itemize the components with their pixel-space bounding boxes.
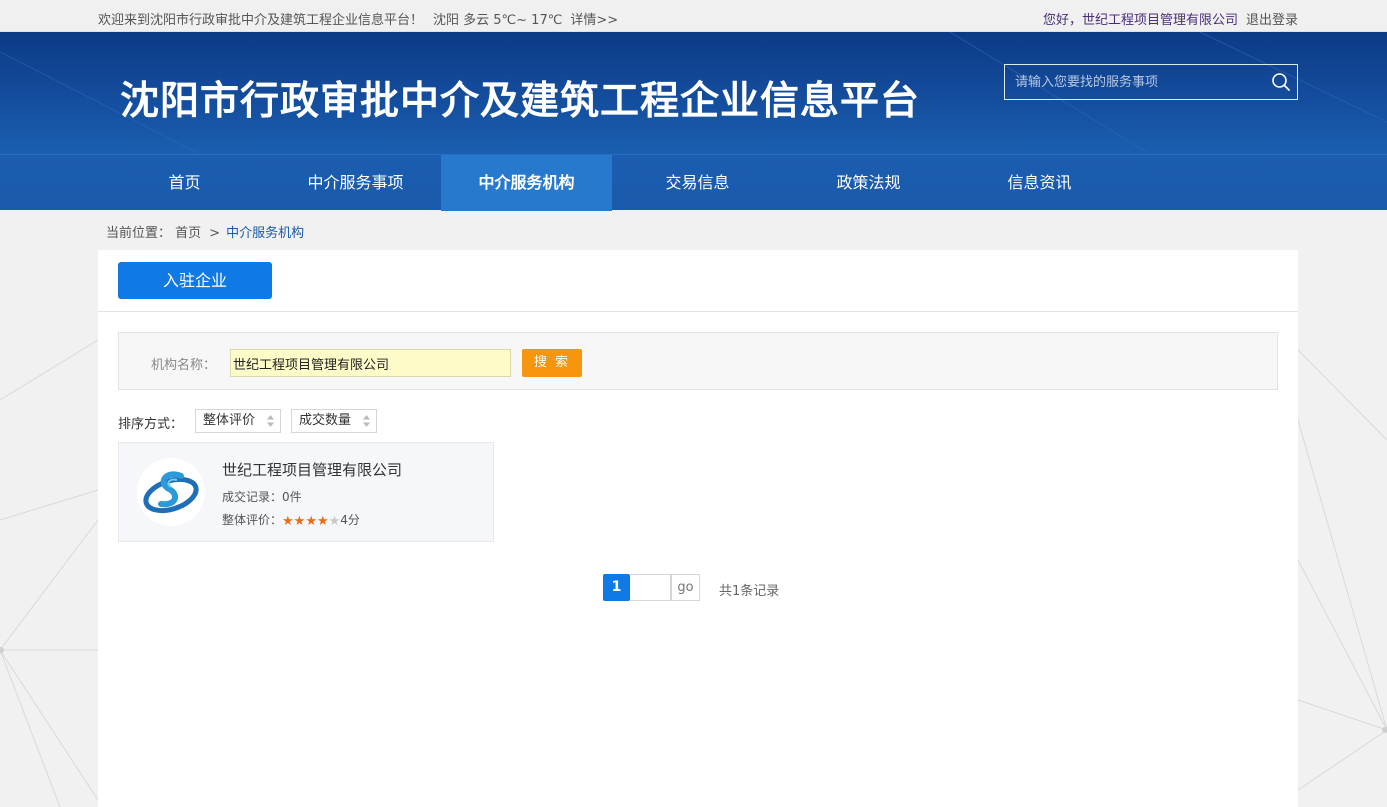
star-filled-icon: ★	[282, 514, 294, 529]
service-search-input[interactable]	[1005, 65, 1263, 99]
nav-item-agency-services[interactable]: 中介服务事项	[270, 155, 441, 211]
rating-score: 4分	[340, 513, 360, 527]
company-logo-icon	[137, 458, 205, 526]
sort-label: 排序方式：	[118, 417, 184, 432]
rating-label: 整体评价：	[222, 513, 283, 527]
search-filter-box: 机构名称： 搜 索	[118, 332, 1278, 390]
star-empty-icon: ★	[328, 514, 341, 529]
nav-item-agency-institutions[interactable]: 中介服务机构	[441, 155, 612, 211]
logout-link[interactable]: 退出登录	[1246, 13, 1298, 28]
panel-tab-bar: 入驻企业	[98, 250, 1298, 312]
breadcrumb-prefix: 当前位置：	[106, 226, 172, 241]
user-company-link[interactable]: 世纪工程项目管理有限公司	[1082, 13, 1238, 28]
service-search-box	[1004, 64, 1298, 100]
welcome-text: 欢迎来到沈阳市行政审批中介及建筑工程企业信息平台！	[98, 13, 424, 28]
institution-name[interactable]: 世纪工程项目管理有限公司	[222, 459, 402, 480]
main-panel: 入驻企业 机构名称： 搜 索 排序方式： 整体评价 成交数量 世纪工程项目管理有…	[98, 250, 1298, 807]
page-jump-input[interactable]	[630, 574, 671, 601]
breadcrumb-home-link[interactable]: 首页	[175, 226, 201, 241]
star-filled-icon: ★	[316, 514, 329, 529]
nav-item-transactions[interactable]: 交易信息	[612, 155, 783, 211]
search-icon[interactable]	[1271, 72, 1291, 92]
breadcrumb-current: 中介服务机构	[226, 226, 305, 241]
top-utility-bar: 欢迎来到沈阳市行政审批中介及建筑工程企业信息平台！ 沈阳 多云 5℃~ 17℃ 详情…	[0, 0, 1387, 32]
institution-card[interactable]: 世纪工程项目管理有限公司 成交记录：0件 整体评价：★★★★★4分	[118, 442, 494, 542]
main-navigation: 首页 中介服务事项 中介服务机构 交易信息 政策法规 信息资讯	[0, 154, 1387, 211]
sort-option-label: 成交数量	[299, 413, 352, 428]
nav-item-home[interactable]: 首页	[99, 155, 270, 211]
weather-details-link[interactable]: 详情>>	[570, 13, 618, 28]
user-area: 您好，世纪工程项目管理有限公司 退出登录	[1043, 9, 1298, 28]
breadcrumb-separator: >	[209, 226, 221, 241]
greeting-text: 您好，	[1042, 13, 1082, 28]
welcome-area: 欢迎来到沈阳市行政审批中介及建筑工程企业信息平台！ 沈阳 多云 5℃~ 17℃ 详情…	[98, 9, 628, 28]
deal-record-value: 0件	[282, 490, 302, 504]
sort-arrows-icon	[267, 415, 274, 427]
nav-item-news[interactable]: 信息资讯	[954, 155, 1125, 211]
weather-text: 沈阳 多云 5℃~ 17℃	[433, 13, 563, 28]
deal-record-label: 成交记录：	[222, 490, 283, 504]
overall-rating: 整体评价：★★★★★4分	[222, 511, 360, 528]
site-title: 沈阳市行政审批中介及建筑工程企业信息平台	[120, 79, 921, 124]
rating-stars: ★★★★★	[282, 514, 340, 528]
sort-by-rating-button[interactable]: 整体评价	[195, 409, 281, 433]
header-banner: 沈阳市行政审批中介及建筑工程企业信息平台	[0, 32, 1387, 154]
breadcrumb: 当前位置： 首页 > 中介服务机构	[106, 222, 304, 241]
deal-record: 成交记录：0件	[222, 488, 302, 505]
search-button[interactable]: 搜 索	[522, 349, 582, 377]
sort-by-deals-button[interactable]: 成交数量	[291, 409, 377, 433]
star-filled-icon: ★	[305, 514, 317, 529]
page-go-button[interactable]: go	[671, 574, 700, 601]
total-records-text: 共1条记录	[719, 584, 780, 599]
institution-name-label: 机构名称：	[151, 358, 217, 373]
star-filled-icon: ★	[293, 514, 306, 529]
join-enterprise-button[interactable]: 入驻企业	[118, 262, 272, 299]
institution-name-input[interactable]	[230, 349, 511, 377]
nav-item-policies[interactable]: 政策法规	[783, 155, 954, 211]
sort-arrows-icon	[363, 415, 370, 427]
page-number-current[interactable]: 1	[603, 574, 630, 601]
sort-option-label: 整体评价	[203, 413, 256, 428]
